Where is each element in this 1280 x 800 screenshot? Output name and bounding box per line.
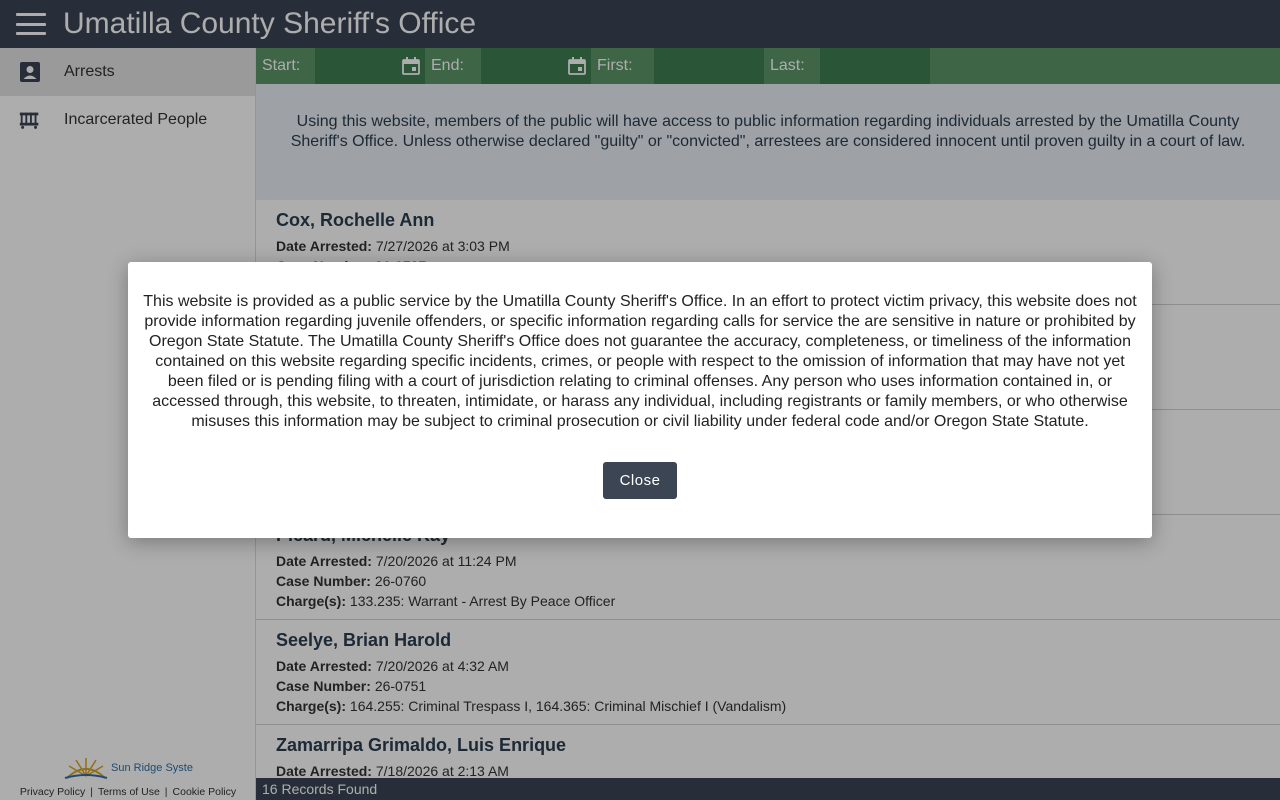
disclaimer-text: This website is provided as a public ser…: [143, 293, 1137, 430]
close-button[interactable]: Close: [603, 462, 677, 499]
disclaimer-dialog: This website is provided as a public ser…: [128, 262, 1152, 538]
